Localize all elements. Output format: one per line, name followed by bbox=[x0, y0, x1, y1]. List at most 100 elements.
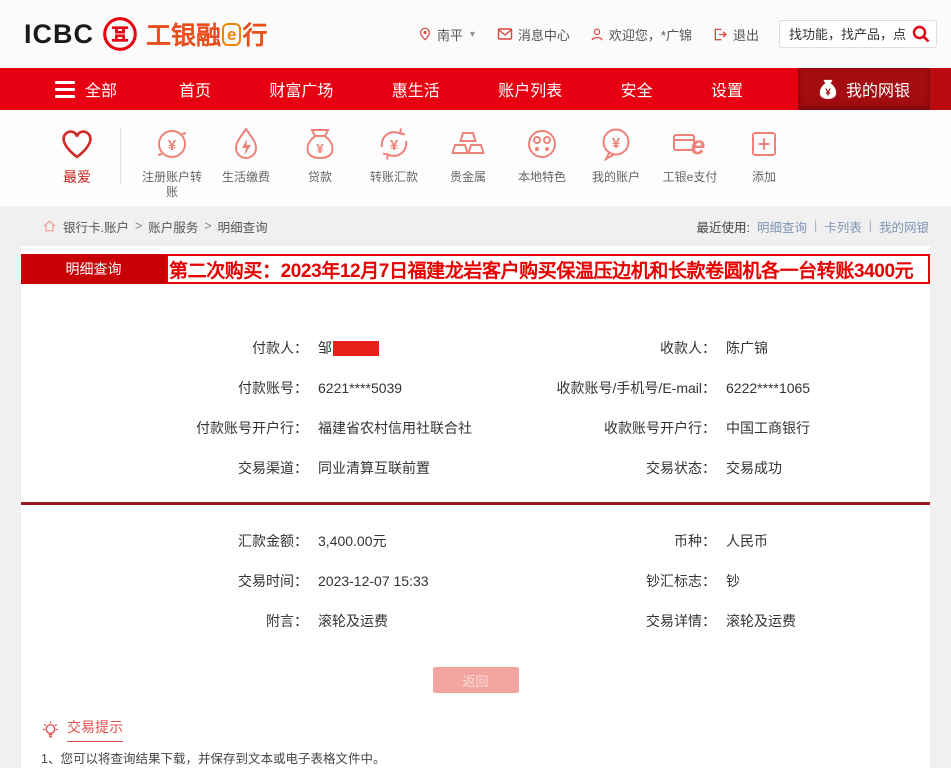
payee-account-value: 6222****1065 bbox=[726, 380, 810, 396]
nav-my-ebank[interactable]: ¥ 我的网银 bbox=[798, 68, 930, 110]
quick-item-epay[interactable]: e 工银e支付 bbox=[653, 124, 727, 185]
quick-item-label: 贵金属 bbox=[437, 170, 499, 185]
search-icon bbox=[911, 24, 931, 44]
quick-item-loan[interactable]: ¥ 贷款 bbox=[283, 124, 357, 185]
breadcrumb-bankcard-account[interactable]: 银行卡.账户 bbox=[63, 217, 129, 236]
quick-item-label: 本地特色 bbox=[511, 170, 573, 185]
tips-header: 交易提示 bbox=[41, 717, 910, 742]
payer-value: 邹 bbox=[318, 338, 332, 358]
nav-my-ebank-label: 我的网银 bbox=[846, 77, 910, 101]
payee-value: 陈广锦 bbox=[726, 338, 768, 358]
annotation-overlay: 第二次购买：2023年12月7日福建龙岩客户购买保温压边机和长款卷圆机各一台转账… bbox=[166, 254, 930, 284]
home-icon bbox=[42, 219, 57, 233]
detail-info-value: 滚轮及运费 bbox=[726, 611, 796, 631]
quick-item-label: 贷款 bbox=[289, 170, 351, 185]
money-bag-outline-icon: ¥ bbox=[300, 124, 340, 164]
recent-used-label: 最近使用: bbox=[696, 217, 749, 236]
nav-item-life[interactable]: 惠生活 bbox=[392, 77, 440, 101]
quick-item-precious-metals[interactable]: 贵金属 bbox=[431, 124, 505, 185]
channel-label: 交易渠道： bbox=[21, 458, 308, 478]
droplet-lightning-icon bbox=[226, 124, 266, 164]
location-selector[interactable]: 南平 ▼ bbox=[418, 25, 477, 44]
transaction-tips-section: 交易提示 1、您可以将查询结果下载，并保存到文本或电子表格文件中。 2、本功能只… bbox=[21, 693, 930, 768]
recent-link-my-ebank[interactable]: 我的网银 bbox=[879, 217, 929, 236]
detail-row: 附言： 滚轮及运费 交易详情： 滚轮及运费 bbox=[21, 601, 930, 641]
svg-text:¥: ¥ bbox=[390, 137, 399, 154]
envelope-icon bbox=[497, 27, 513, 41]
brand-post: 行 bbox=[242, 16, 267, 52]
account-bubble-icon: ¥ bbox=[596, 124, 636, 164]
brand-pre: 工银融 bbox=[146, 16, 221, 52]
nav-endcap bbox=[930, 68, 951, 110]
chevron-down-icon: ▼ bbox=[468, 29, 477, 39]
recent-link-detail-query[interactable]: 明细查询 bbox=[757, 217, 807, 236]
nav-all-menu[interactable]: 全部 bbox=[55, 77, 117, 101]
search-button[interactable] bbox=[911, 24, 931, 44]
payer-account-value: 6221****5039 bbox=[318, 380, 402, 396]
detail-row: 交易时间： 2023-12-07 15:33 钞汇标志： 钞 bbox=[21, 561, 930, 601]
brand-e: e bbox=[222, 23, 241, 46]
nav-item-home[interactable]: 首页 bbox=[179, 77, 211, 101]
tab-detail-query[interactable]: 明细查询 bbox=[21, 254, 166, 284]
nav-item-security[interactable]: 安全 bbox=[621, 77, 653, 101]
memo-label: 附言： bbox=[21, 611, 308, 631]
quick-item-label: 最爱 bbox=[46, 170, 108, 185]
icbc-emblem-icon bbox=[102, 16, 138, 52]
quick-item-life-payment[interactable]: 生活缴费 bbox=[209, 124, 283, 185]
tips-title: 交易提示 bbox=[67, 717, 123, 742]
register-transfer-icon: ¥ bbox=[152, 124, 192, 164]
quick-item-my-account[interactable]: ¥ 我的账户 bbox=[579, 124, 653, 185]
quick-item-transfer-remit[interactable]: ¥ 转账汇款 bbox=[357, 124, 431, 185]
quickbar-divider bbox=[120, 128, 121, 184]
nav-items: 首页 财富广场 惠生活 账户列表 安全 设置 bbox=[179, 77, 798, 101]
transaction-parties-section: 付款人： 邹 收款人： 陈广锦 付款账号： 6221****5039 收款账号/… bbox=[21, 328, 930, 488]
breadcrumb-detail-query[interactable]: 明细查询 bbox=[218, 217, 268, 236]
icbc-logo: ICBC 工银融 e 行 bbox=[24, 16, 268, 52]
svg-text:¥: ¥ bbox=[316, 141, 324, 156]
brand-name: 工银融 e 行 bbox=[146, 16, 268, 52]
quick-item-local-features[interactable]: 本地特色 bbox=[505, 124, 579, 185]
back-button[interactable]: 返回 bbox=[433, 667, 519, 693]
recent-divider: | bbox=[869, 219, 872, 233]
icbc-detail-page: ICBC 工银融 e 行 南平 ▼ 消息中心 欢迎您 bbox=[0, 0, 951, 768]
lightbulb-icon bbox=[41, 720, 60, 740]
heart-icon bbox=[57, 124, 97, 164]
payee-bank-value: 中国工商银行 bbox=[726, 418, 810, 438]
quick-access-bar: 最爱 ¥ 注册账户转账 生活缴费 ¥ 贷款 ¥ 转账汇款 bbox=[0, 110, 951, 206]
nav-item-accounts[interactable]: 账户列表 bbox=[498, 77, 562, 101]
quick-item-label: 我的账户 bbox=[585, 170, 647, 185]
nav-item-wealth[interactable]: 财富广场 bbox=[269, 77, 333, 101]
location-pin-icon bbox=[418, 26, 432, 42]
button-row: 返回 bbox=[21, 667, 930, 693]
local-features-icon bbox=[522, 124, 562, 164]
payee-bank-label: 收款账号开户行： bbox=[476, 418, 716, 438]
amount-value: 3,400.00元 bbox=[318, 531, 387, 551]
welcome-user[interactable]: 欢迎您，*广锦 bbox=[590, 25, 692, 44]
panel-tabbar: 明细查询 第二次购买：2023年12月7日福建龙岩客户购买保温压边机和长款卷圆机… bbox=[21, 254, 930, 284]
quick-item-label: 注册账户转账 bbox=[141, 170, 203, 200]
logout-button[interactable]: 退出 bbox=[712, 25, 759, 44]
nav-item-settings[interactable]: 设置 bbox=[711, 77, 743, 101]
quick-item-favorites[interactable]: 最爱 bbox=[40, 124, 114, 185]
money-bag-icon: ¥ bbox=[818, 78, 838, 100]
breadcrumb-account-service[interactable]: 账户服务 bbox=[148, 217, 198, 236]
quick-item-add[interactable]: 添加 bbox=[727, 124, 801, 185]
message-center-label: 消息中心 bbox=[518, 25, 570, 44]
recent-divider: | bbox=[814, 219, 817, 233]
message-center-link[interactable]: 消息中心 bbox=[497, 25, 570, 44]
detail-row: 付款账号： 6221****5039 收款账号/手机号/E-mail： 6222… bbox=[21, 368, 930, 408]
amount-label: 汇款金额： bbox=[21, 531, 308, 551]
hamburger-icon bbox=[55, 81, 75, 98]
logout-icon bbox=[712, 27, 728, 42]
recent-link-card-list[interactable]: 卡列表 bbox=[824, 217, 862, 236]
quick-item-label: 生活缴费 bbox=[215, 170, 277, 185]
status-label: 交易状态： bbox=[476, 458, 716, 478]
cash-flag-value: 钞 bbox=[726, 571, 740, 591]
detail-info-label: 交易详情： bbox=[476, 611, 716, 631]
payer-account-label: 付款账号： bbox=[21, 378, 308, 398]
detail-row: 交易渠道： 同业清算互联前置 交易状态： 交易成功 bbox=[21, 448, 930, 488]
quick-item-register-transfer[interactable]: ¥ 注册账户转账 bbox=[135, 124, 209, 200]
redaction-block bbox=[333, 341, 379, 356]
payee-account-label: 收款账号/手机号/E-mail： bbox=[476, 378, 716, 398]
welcome-label: 欢迎您，*广锦 bbox=[609, 25, 692, 44]
